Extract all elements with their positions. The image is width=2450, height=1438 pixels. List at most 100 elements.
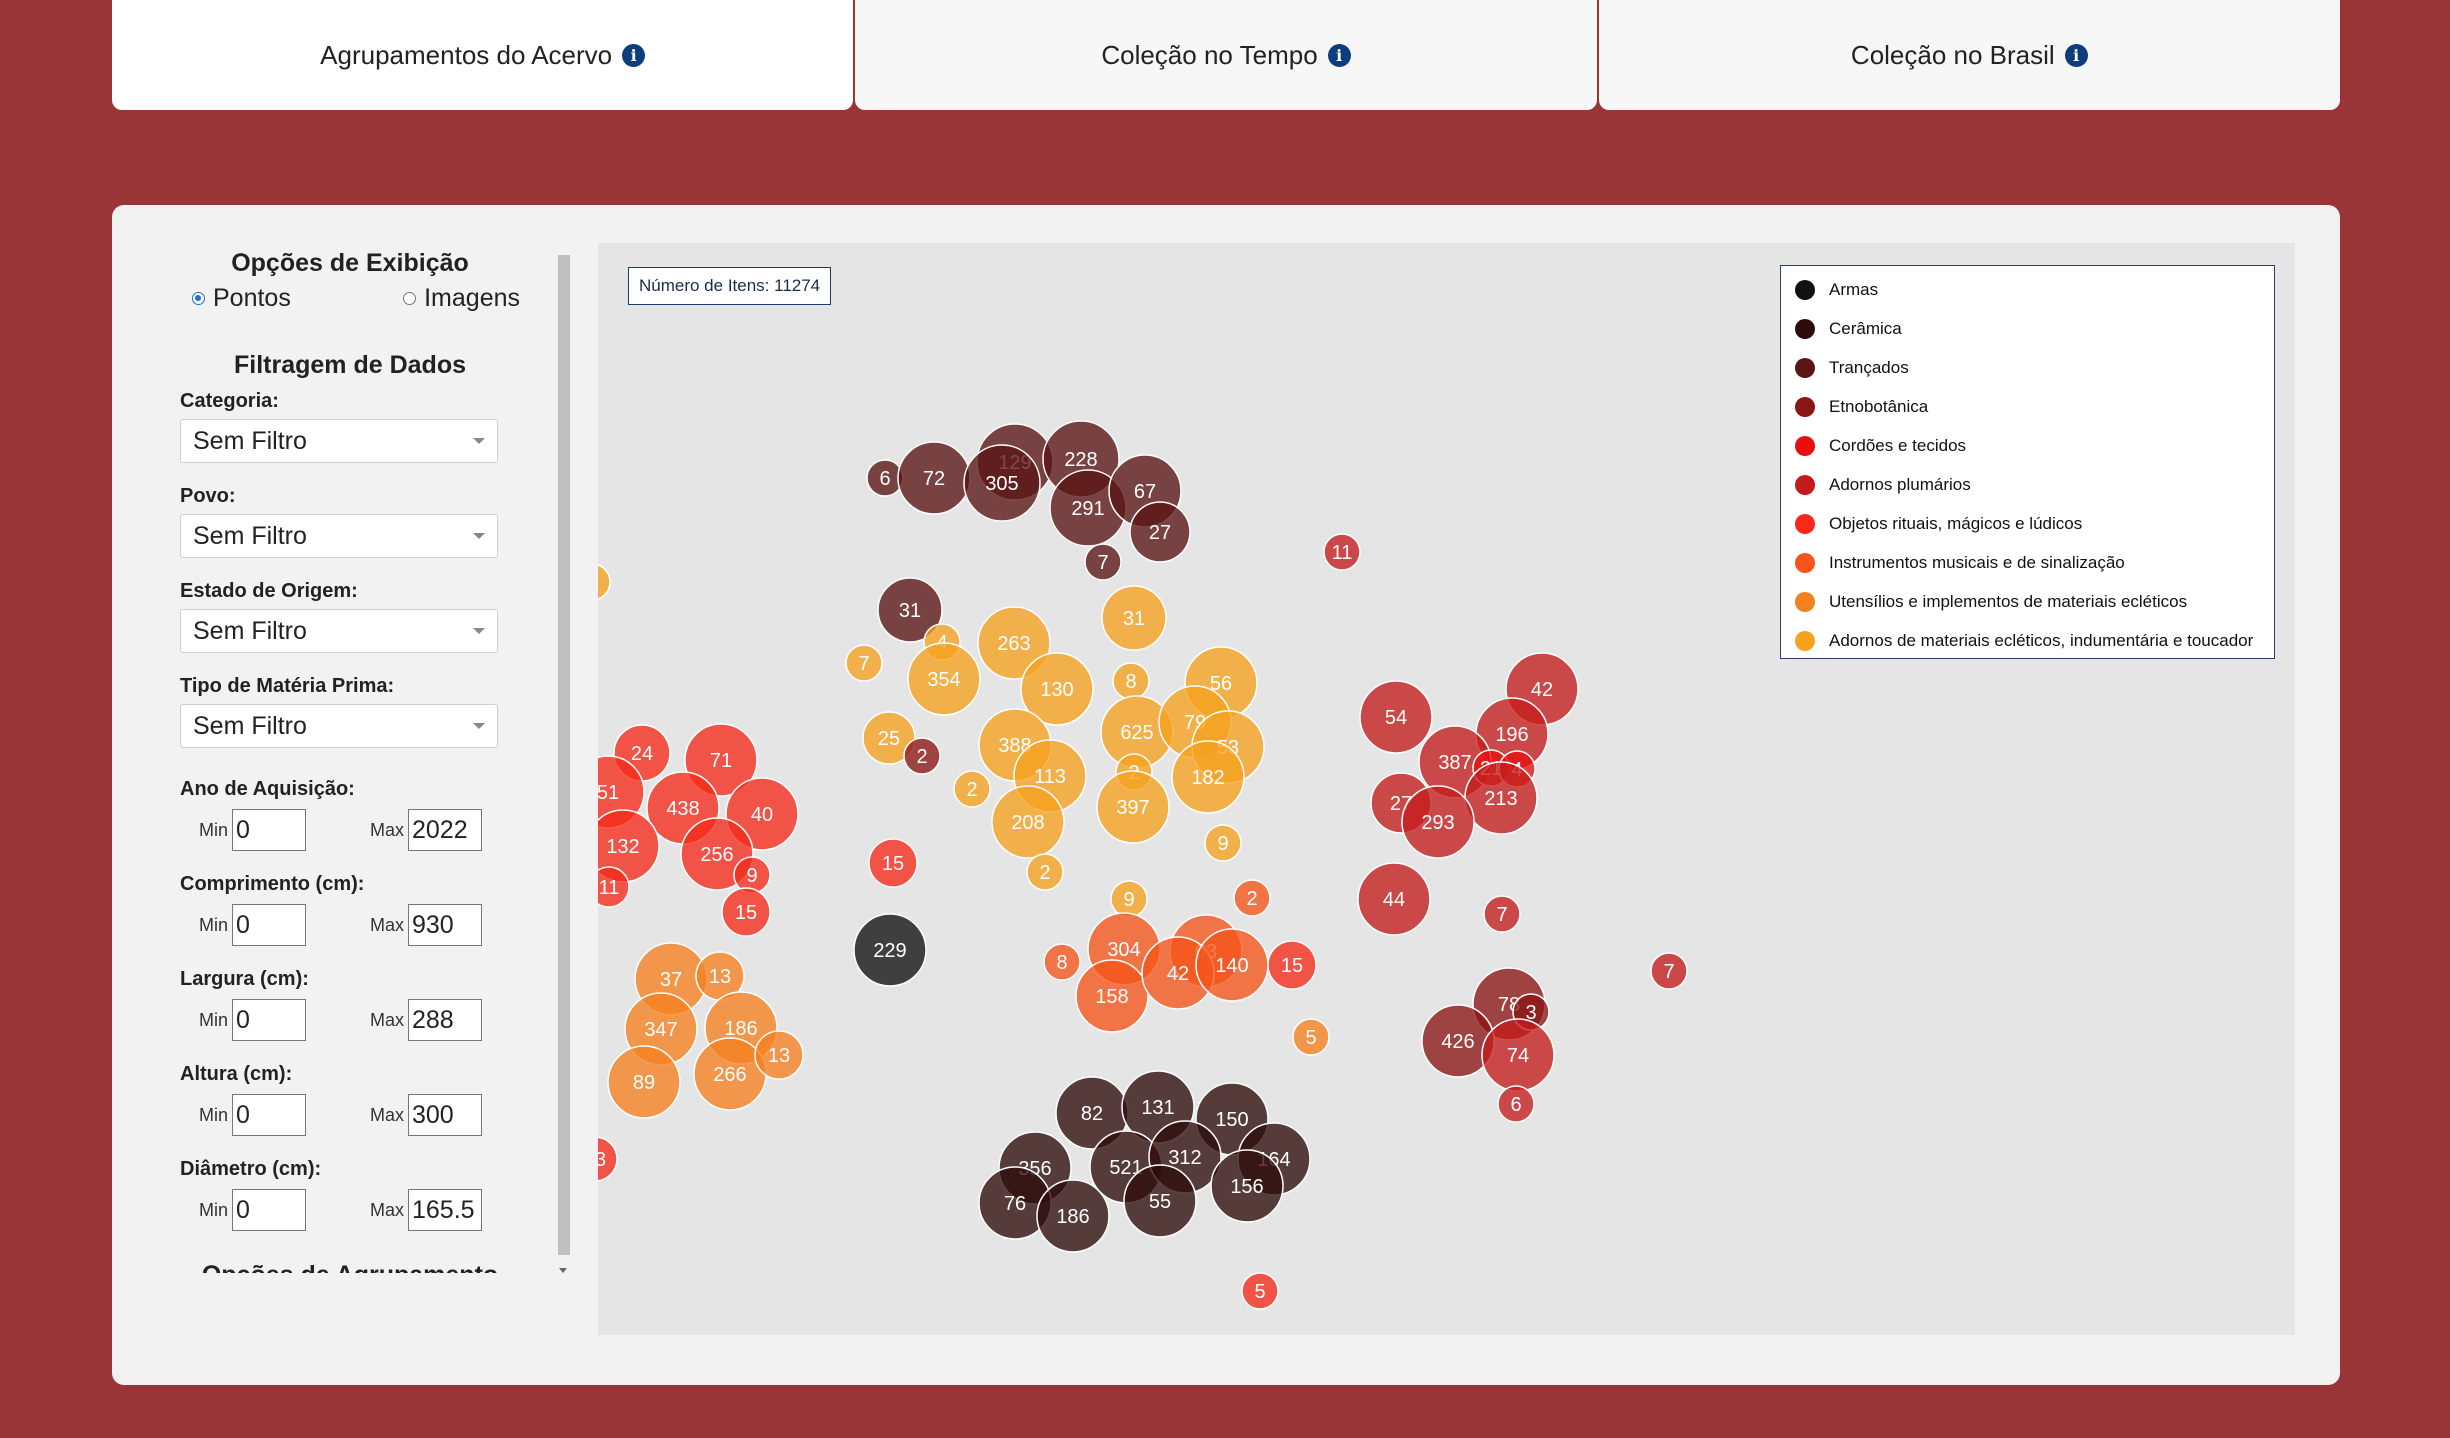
info-icon[interactable]: i <box>622 43 646 67</box>
bubble-label: 5 <box>1305 1027 1316 1049</box>
bubble[interactable]: 7 <box>1483 895 1521 933</box>
bubble[interactable]: 13 <box>598 1136 618 1182</box>
bubble[interactable]: 31 <box>1101 585 1167 651</box>
largura-max-input[interactable]: 288 <box>408 999 482 1041</box>
bubble[interactable]: 305 <box>963 444 1041 522</box>
bubble[interactable]: 7 <box>845 644 883 682</box>
bubble-label: 228 <box>1064 449 1097 471</box>
bubble-label: 387 <box>1438 752 1471 774</box>
bubble[interactable]: 15 <box>1267 940 1317 990</box>
bubble[interactable]: 9 <box>733 856 771 894</box>
estado-select[interactable]: Sem Filtro <box>180 609 498 653</box>
legend-item[interactable]: Cerâmica <box>1781 309 2274 348</box>
bubble[interactable]: 9 <box>1204 824 1242 862</box>
bubble[interactable]: 2 <box>1233 879 1271 917</box>
bubble[interactable]: 11 <box>1323 533 1361 571</box>
bubble[interactable]: 15 <box>868 838 918 888</box>
comprimento-min-input[interactable]: 0 <box>232 904 306 946</box>
tab-colecao-brasil[interactable]: Coleção no Brasil i <box>1598 0 2340 110</box>
bubble[interactable]: 4 <box>598 564 611 600</box>
bubble[interactable]: 8 <box>1112 662 1150 700</box>
bubble-label: 42 <box>1531 679 1553 701</box>
radio-pontos[interactable]: Pontos <box>192 284 291 313</box>
comprimento-max-input[interactable]: 930 <box>408 904 482 946</box>
bubble[interactable]: 156 <box>1210 1149 1284 1223</box>
bubble[interactable]: 72 <box>897 441 971 515</box>
largura-min-input[interactable]: 0 <box>232 999 306 1041</box>
bubble[interactable]: 229 <box>853 913 927 987</box>
tab-colecao-tempo[interactable]: Coleção no Tempo i <box>855 0 1597 110</box>
bubble[interactable]: 182 <box>1171 740 1245 814</box>
legend-item[interactable]: Utensílios e implementos de materiais ec… <box>1781 582 2274 621</box>
bubble[interactable]: 55 <box>1123 1164 1197 1238</box>
altura-max-input[interactable]: 300 <box>408 1094 482 1136</box>
bubble-label: 31 <box>899 600 921 622</box>
bubble[interactable]: 7 <box>1650 952 1688 990</box>
diametro-max-input[interactable]: 165.5 <box>408 1189 482 1231</box>
bubble[interactable]: 397 <box>1096 770 1170 844</box>
bubble-label: 347 <box>644 1019 677 1041</box>
materia-prima-select[interactable]: Sem Filtro <box>180 704 498 748</box>
legend-item[interactable]: Armas <box>1781 270 2274 309</box>
legend-item[interactable]: Instrumentos musicais e de sinalização <box>1781 543 2274 582</box>
bubble-label: 140 <box>1215 955 1248 977</box>
bubble-label: 40 <box>751 804 773 826</box>
diametro-min-input[interactable]: 0 <box>232 1189 306 1231</box>
legend-item[interactable]: Etnobotânica <box>1781 387 2274 426</box>
info-icon[interactable]: i <box>2064 43 2088 67</box>
bubble[interactable]: 2 <box>903 737 941 775</box>
bubble[interactable]: 293 <box>1401 785 1475 859</box>
bubble[interactable]: 186 <box>1036 1179 1110 1253</box>
legend-swatch-icon <box>1795 435 1815 456</box>
bubble-label: 11 <box>1332 542 1353 564</box>
legend-item[interactable]: Adornos de materiais ecléticos, indument… <box>1781 621 2274 660</box>
bubble[interactable]: 54 <box>1359 680 1433 754</box>
min-label: Min <box>198 1009 228 1030</box>
info-icon[interactable]: i <box>1327 43 1351 67</box>
tab-agrupamentos[interactable]: Agrupamentos do Acervo i <box>112 0 854 110</box>
bubble-label: 2 <box>916 746 927 768</box>
bubble[interactable]: 208 <box>991 785 1065 859</box>
bubble-label: 158 <box>1095 986 1128 1008</box>
radio-imagens[interactable]: Imagens <box>403 284 520 313</box>
scrollbar-thumb[interactable] <box>558 255 570 1255</box>
bubble-label: 9 <box>1123 889 1134 911</box>
bubble[interactable]: 27 <box>1129 501 1191 563</box>
bubble-label: 9 <box>746 865 757 887</box>
bubble-label: 71 <box>710 750 732 772</box>
ano-min-input[interactable]: 0 <box>232 809 306 851</box>
bubble[interactable]: 15 <box>721 887 771 937</box>
bubble[interactable]: 8 <box>1043 943 1081 981</box>
legend-item[interactable]: Adornos plumários <box>1781 465 2274 504</box>
bubble[interactable]: 44 <box>1357 862 1431 936</box>
bubble[interactable]: 140 <box>1195 928 1269 1002</box>
bubble-circle[interactable] <box>598 564 611 600</box>
povo-select[interactable]: Sem Filtro <box>180 514 498 558</box>
bubble-label: 42 <box>1167 963 1189 985</box>
bubble[interactable]: 2 <box>1026 853 1064 891</box>
bubble[interactable]: 13 <box>754 1030 804 1080</box>
max-label: Max <box>369 1104 404 1125</box>
bubble[interactable]: 9 <box>1110 880 1148 918</box>
bubble[interactable]: 6 <box>1497 1085 1535 1123</box>
bubble[interactable]: 74 <box>1481 1018 1555 1092</box>
ano-max-input[interactable]: 2022 <box>408 809 482 851</box>
bubble[interactable]: 158 <box>1075 959 1149 1033</box>
bubble-label: 54 <box>1385 707 1407 729</box>
sidebar-scrollbar[interactable] <box>556 245 570 1273</box>
bubble[interactable]: 5 <box>1241 1272 1279 1310</box>
legend-swatch-icon <box>1795 279 1815 300</box>
categoria-select[interactable]: Sem Filtro <box>180 419 498 463</box>
legend-item[interactable]: Objetos rituais, mágicos e lúdicos <box>1781 504 2274 543</box>
scroll-down-arrow-icon[interactable] <box>559 1268 567 1273</box>
legend-item[interactable]: Cordões e tecidos <box>1781 426 2274 465</box>
bubble[interactable]: 354 <box>907 642 981 716</box>
legend-item[interactable]: Trançados <box>1781 348 2274 387</box>
altura-min-input[interactable]: 0 <box>232 1094 306 1136</box>
bubble[interactable]: 89 <box>607 1045 681 1119</box>
bubble[interactable]: 5 <box>1292 1018 1330 1056</box>
bubble[interactable]: 2 <box>953 770 991 808</box>
bubble-label: 6 <box>879 468 890 490</box>
bubble[interactable]: 7 <box>1084 543 1122 581</box>
bubble[interactable]: 213 <box>1464 761 1538 835</box>
